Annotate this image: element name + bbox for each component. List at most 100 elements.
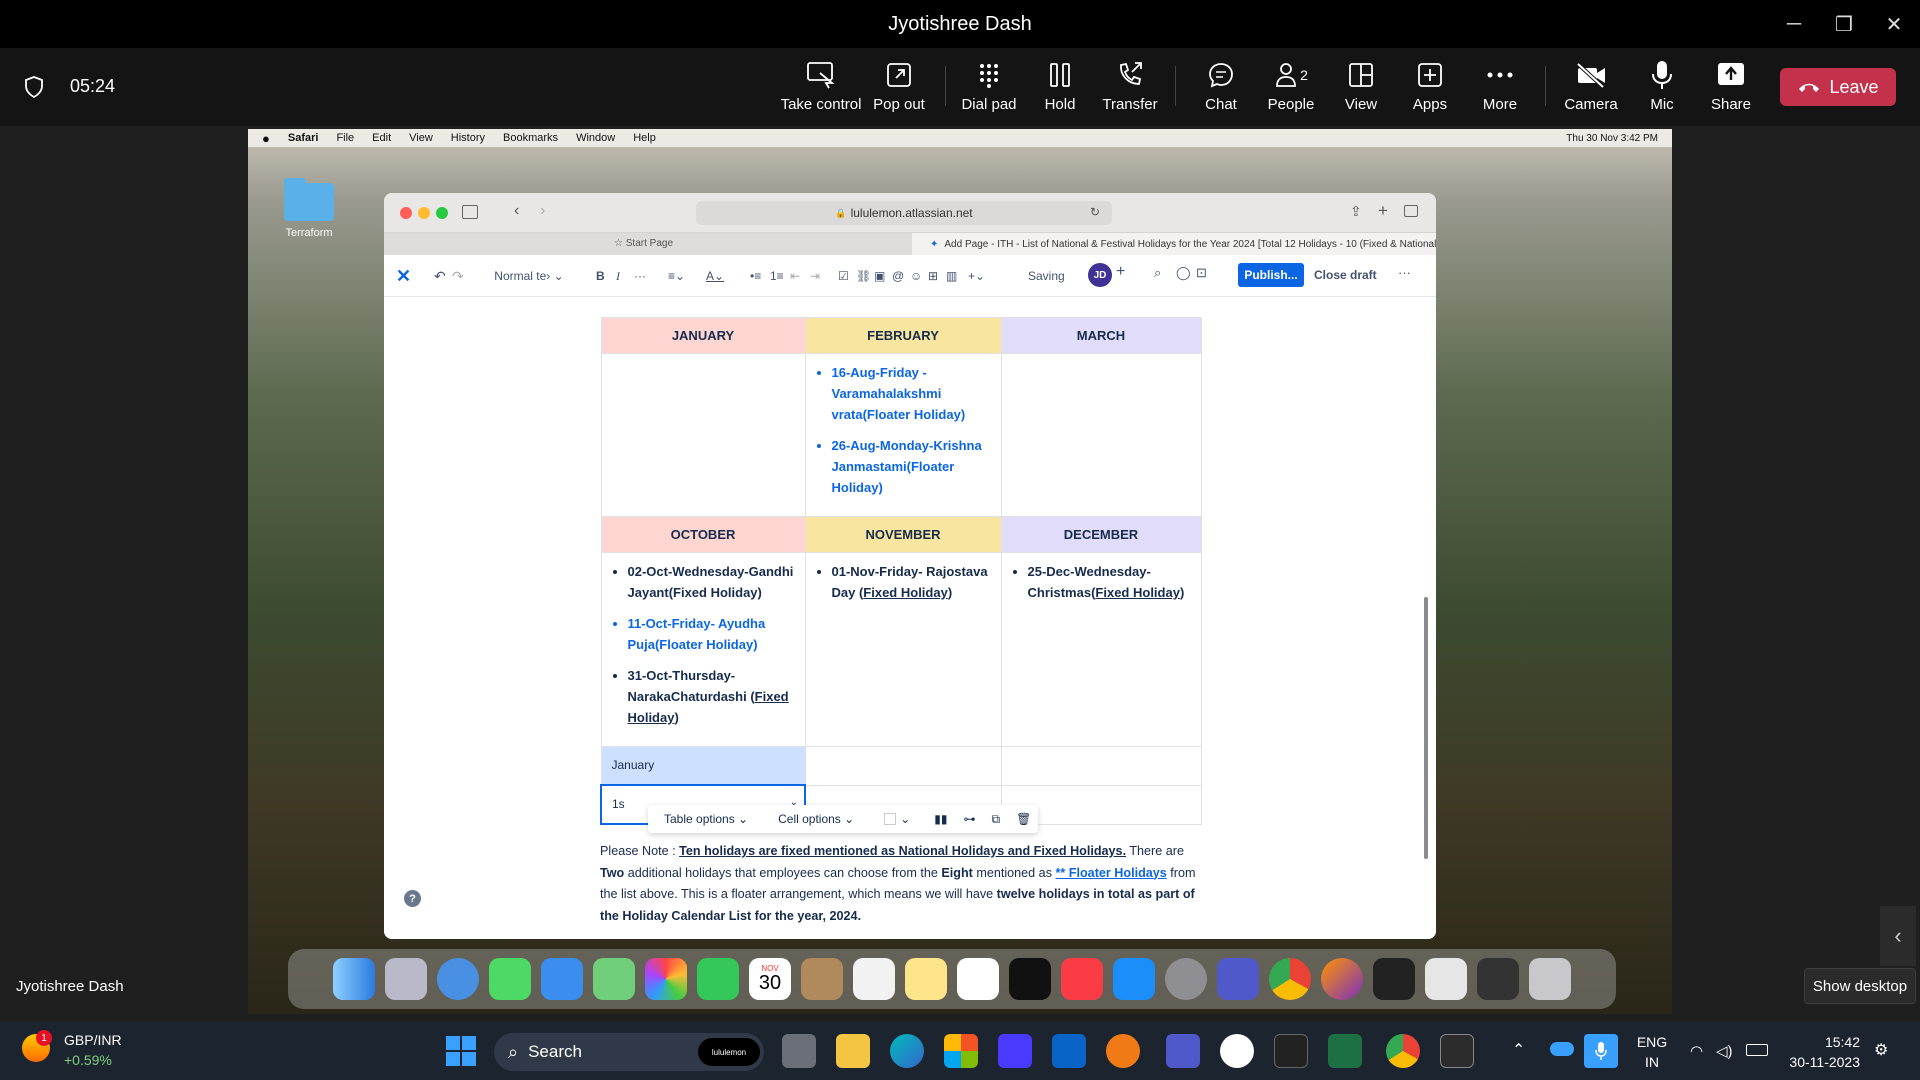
menu-window[interactable]: Window bbox=[576, 132, 615, 144]
reminders-icon[interactable] bbox=[853, 958, 895, 1000]
leave-button[interactable]: Leave bbox=[1780, 68, 1896, 106]
chevron-up-icon[interactable]: ⌃ bbox=[1512, 1040, 1525, 1060]
bullet-list-icon[interactable]: •≡ bbox=[750, 265, 761, 287]
holiday-type-link[interactable]: Fixed Holiday bbox=[863, 585, 948, 600]
indent-icon[interactable]: ⇥ bbox=[810, 265, 820, 287]
minimize-dot[interactable] bbox=[418, 207, 430, 219]
cell-color-chevron-icon[interactable]: ⌄ bbox=[900, 812, 910, 826]
u-app-icon[interactable] bbox=[1220, 1034, 1254, 1068]
mention-icon[interactable]: @ bbox=[892, 265, 904, 287]
table-header-march[interactable]: MARCH bbox=[1000, 317, 1202, 354]
confluence-logo[interactable]: ✕ bbox=[396, 265, 411, 287]
zoom-dot[interactable] bbox=[436, 207, 448, 219]
messages-icon[interactable] bbox=[489, 958, 531, 1000]
copy-icon[interactable]: ⧉ bbox=[991, 812, 1000, 827]
chrome-taskbar-icon[interactable] bbox=[1386, 1034, 1420, 1068]
mic-taskbar-icon[interactable] bbox=[1584, 1034, 1618, 1068]
menu-bookmarks[interactable]: Bookmarks bbox=[503, 132, 558, 144]
table-cell-january[interactable] bbox=[600, 353, 806, 517]
maps-icon[interactable] bbox=[593, 958, 635, 1000]
new-tab-icon[interactable]: + bbox=[1378, 201, 1388, 221]
freeform-icon[interactable] bbox=[957, 958, 999, 1000]
file-explorer-icon[interactable] bbox=[836, 1034, 870, 1068]
minimize-button[interactable]: ─ bbox=[1770, 0, 1818, 48]
more-formatting-icon[interactable]: ··· bbox=[634, 265, 646, 287]
avatar[interactable]: JD bbox=[1088, 263, 1112, 287]
system-clock[interactable]: 15:42 30-11-2023 bbox=[1780, 1032, 1860, 1072]
edge-icon[interactable] bbox=[890, 1034, 924, 1068]
sidebar-icon[interactable] bbox=[462, 205, 478, 219]
chart-icon[interactable]: ▮▮ bbox=[934, 812, 947, 826]
invite-icon[interactable]: + bbox=[1116, 263, 1125, 281]
outdent-icon[interactable]: ⇤ bbox=[790, 265, 800, 287]
table-cell-november[interactable]: 01-Nov-Friday- Rajostava Day (Fixed Holi… bbox=[804, 552, 1002, 747]
table-cell-march[interactable] bbox=[1000, 353, 1202, 517]
console-icon[interactable] bbox=[1440, 1034, 1474, 1068]
app-store-icon[interactable] bbox=[1113, 958, 1155, 1000]
table-cell-february[interactable]: 16-Aug-Friday - Varamahalakshmi vrata(Fl… bbox=[804, 353, 1002, 517]
notifications-icon[interactable]: ⚙ bbox=[1874, 1040, 1888, 1060]
restore-button[interactable]: ❐ bbox=[1820, 0, 1868, 48]
trash-icon[interactable] bbox=[1529, 958, 1571, 1000]
help-icon[interactable]: ? bbox=[404, 890, 421, 907]
launchpad-icon[interactable] bbox=[385, 958, 427, 1000]
comment-icon[interactable]: ◯ bbox=[1176, 265, 1191, 281]
italic-icon[interactable]: I bbox=[616, 265, 620, 287]
info-app-icon[interactable] bbox=[1106, 1034, 1140, 1068]
more-button[interactable]: More bbox=[1457, 58, 1543, 120]
chrome-icon[interactable] bbox=[1269, 958, 1311, 1000]
forward-icon[interactable]: › bbox=[540, 202, 545, 220]
mail-icon[interactable] bbox=[541, 958, 583, 1000]
outlook-icon[interactable] bbox=[1052, 1034, 1086, 1068]
transfer-button[interactable]: Transfer bbox=[1087, 58, 1173, 120]
table-header-january[interactable]: JANUARY bbox=[600, 317, 806, 354]
onedrive-icon[interactable] bbox=[1550, 1042, 1574, 1056]
sort-tree-icon[interactable]: ⊶ bbox=[963, 812, 975, 826]
text-color-icon[interactable]: A⌄ bbox=[706, 265, 724, 287]
layout-columns-icon[interactable]: ▥ bbox=[946, 265, 957, 287]
table-header-october[interactable]: OCTOBER bbox=[600, 516, 806, 553]
safari-icon[interactable] bbox=[437, 958, 479, 1000]
cell-options-button[interactable]: Cell options ⌄ bbox=[778, 812, 854, 826]
menu-edit[interactable]: Edit bbox=[372, 132, 391, 144]
table-cell-empty[interactable] bbox=[1000, 746, 1202, 786]
table-icon[interactable]: ⊞ bbox=[928, 265, 938, 287]
contacts-icon[interactable] bbox=[801, 958, 843, 1000]
preview-icon[interactable] bbox=[1425, 958, 1467, 1000]
table-cell-december[interactable]: 25-Dec-Wednesday-Christmas(Fixed Holiday… bbox=[1000, 552, 1202, 747]
volume-icon[interactable]: ◁) bbox=[1716, 1042, 1733, 1060]
task-icon[interactable]: ☑ bbox=[838, 265, 849, 287]
back-icon[interactable]: ‹ bbox=[514, 202, 519, 220]
insert-icon[interactable]: +⌄ bbox=[968, 265, 985, 287]
menu-help[interactable]: Help bbox=[633, 132, 656, 144]
text-style-dropdown[interactable]: Normal te› ⌄ bbox=[494, 265, 564, 287]
image-icon[interactable]: ▣ bbox=[874, 265, 885, 287]
scrollbar[interactable] bbox=[1424, 597, 1428, 859]
battery-icon[interactable] bbox=[1746, 1044, 1768, 1056]
close-button[interactable]: ✕ bbox=[1870, 0, 1918, 48]
link-icon[interactable]: ⛓ bbox=[856, 265, 871, 287]
menu-history[interactable]: History bbox=[451, 132, 485, 144]
share-icon[interactable]: ⇪ bbox=[1350, 203, 1362, 220]
reload-icon[interactable]: ↻ bbox=[1090, 205, 1100, 219]
table-cell-new-row-label[interactable]: January bbox=[600, 746, 806, 786]
apple-icon[interactable]: ● bbox=[262, 131, 270, 146]
menu-file[interactable]: File bbox=[336, 132, 354, 144]
tab-overview-icon[interactable] bbox=[1404, 205, 1418, 217]
share-button[interactable]: Share bbox=[1688, 58, 1774, 120]
tab-start-page[interactable]: ☆ Start Page bbox=[614, 238, 673, 249]
folder-icon[interactable] bbox=[284, 178, 334, 221]
close-dot[interactable] bbox=[400, 207, 412, 219]
delete-icon[interactable]: 🗑 bbox=[1016, 812, 1031, 826]
terminal-taskbar-icon[interactable] bbox=[1274, 1034, 1308, 1068]
table-header-november[interactable]: NOVEMBER bbox=[804, 516, 1002, 553]
teams-icon[interactable] bbox=[1217, 958, 1259, 1000]
table-cell-october[interactable]: 02-Oct-Wednesday-Gandhi Jayant(Fixed Hol… bbox=[600, 552, 806, 747]
editor-more-icon[interactable]: ··· bbox=[1398, 265, 1411, 280]
emoji-icon[interactable]: ☺ bbox=[910, 265, 922, 287]
take-control-button[interactable]: Take control bbox=[778, 58, 864, 120]
bold-icon[interactable]: B bbox=[596, 265, 605, 287]
teams-taskbar-icon[interactable] bbox=[1166, 1034, 1200, 1068]
calendar-icon[interactable]: NOV 30 bbox=[749, 958, 791, 1000]
cell-color-icon[interactable] bbox=[884, 813, 897, 825]
